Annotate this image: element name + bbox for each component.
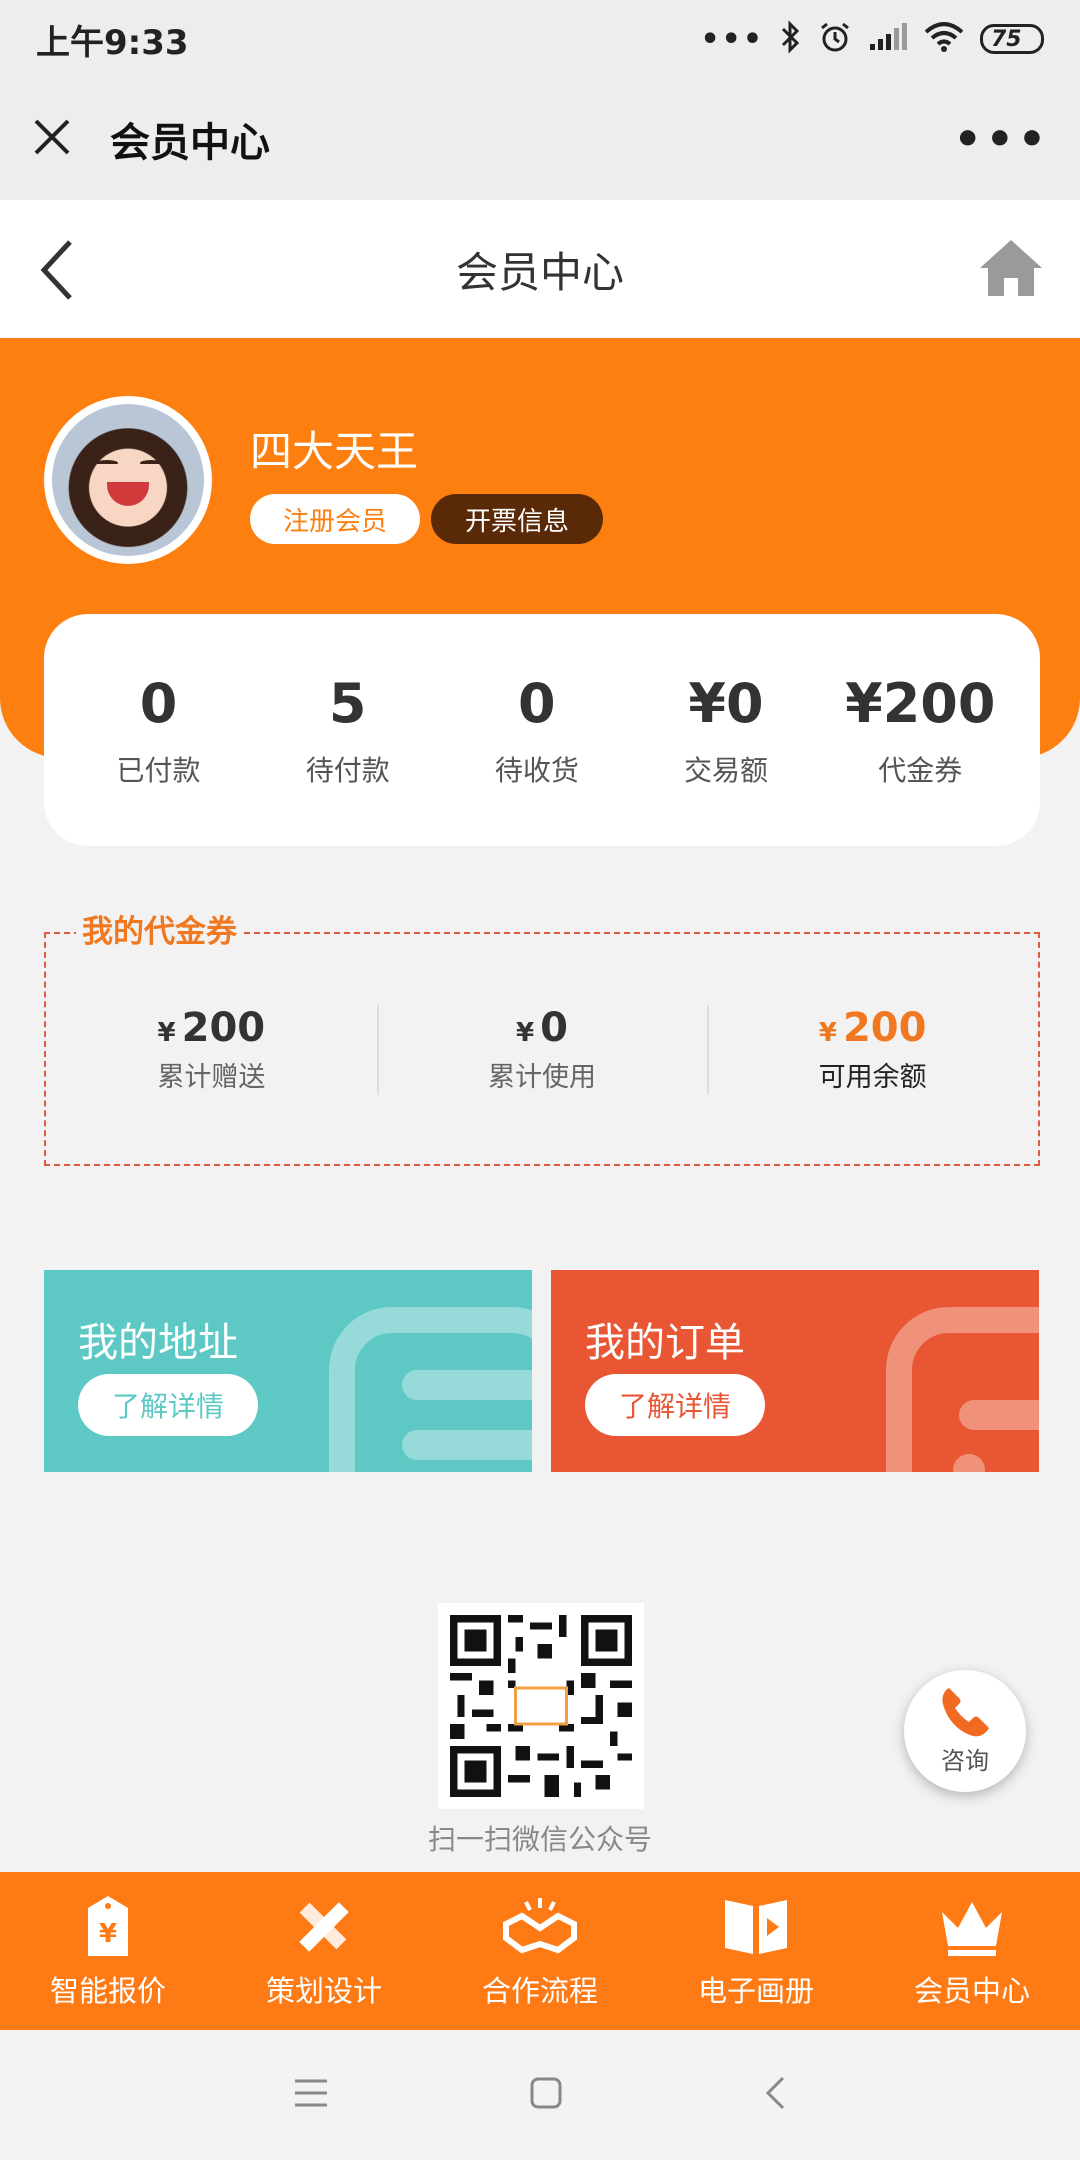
orders-details-button[interactable]: 了解详情 — [585, 1374, 765, 1436]
ruler-pencil-icon — [292, 1892, 356, 1960]
user-name: 四大天王 — [250, 427, 419, 476]
stat-value: 0 — [518, 671, 556, 735]
tab-label: 策划设计 — [265, 1974, 382, 2008]
stat-vouchers[interactable]: ¥200 代金券 — [845, 672, 995, 789]
qr-code-icon — [450, 1615, 632, 1797]
my-orders-card[interactable]: 我的订单 了解详情 — [551, 1270, 1039, 1472]
tab-planning-design[interactable]: 策划设计 — [216, 1872, 432, 2030]
yen-symbol: ¥ — [818, 1017, 837, 1048]
signal-icon — [868, 22, 908, 56]
bottom-tab-bar: ¥ 智能报价 策划设计 合作流程 电子画册 会员中心 — [0, 1872, 1080, 2030]
orders-card-decoration — [886, 1307, 1039, 1472]
wechat-qr-code — [438, 1603, 644, 1809]
qr-caption: 扫一扫微信公众号 — [427, 1823, 652, 1856]
tab-cooperation-process[interactable]: 合作流程 — [432, 1872, 648, 2030]
yen-symbol: ¥ — [516, 1017, 535, 1048]
stat-pending-receipt[interactable]: 0 待收货 — [467, 672, 607, 789]
stat-paid[interactable]: 0 已付款 — [89, 672, 229, 789]
stat-label: 交易额 — [683, 753, 768, 787]
tab-label: 会员中心 — [913, 1974, 1030, 2008]
crown-icon — [936, 1892, 1008, 1960]
status-bar: 上午9:33 ••• 75 — [0, 0, 1080, 78]
tab-e-album[interactable]: 电子画册 — [648, 1872, 864, 2030]
alarm-icon — [818, 20, 852, 58]
page-navbar: 会员中心 — [0, 200, 1080, 338]
voucher-title: 我的代金券 — [76, 906, 243, 951]
phone-icon — [942, 1688, 989, 1737]
avatar-mouth — [107, 482, 149, 506]
voucher-amount: 200 — [842, 1004, 927, 1051]
stat-transactions[interactable]: ¥0 交易额 — [656, 672, 796, 789]
wechat-header: 会员中心 ••• — [0, 78, 1080, 200]
avatar[interactable] — [44, 396, 212, 564]
voucher-amount: 200 — [181, 1004, 266, 1051]
page: 上午9:33 ••• 75 会员中心 ••• 会员中心 四大天王 注册会员 开票… — [0, 0, 1080, 2160]
home-button-icon[interactable] — [529, 2076, 563, 2114]
voucher-available-balance: ¥200 可用余额 — [707, 1004, 1038, 1095]
consult-label: 咨询 — [941, 1747, 989, 1775]
stat-value: ¥0 — [688, 671, 764, 735]
stat-label: 待收货 — [494, 753, 579, 787]
card-title: 我的订单 — [585, 1320, 745, 1366]
card-title: 我的地址 — [78, 1320, 238, 1366]
more-menu-icon[interactable]: ••• — [954, 114, 1050, 165]
avatar-eye — [96, 460, 118, 466]
wifi-icon — [924, 22, 964, 56]
avatar-image — [52, 404, 204, 556]
menu-icon[interactable] — [293, 2078, 329, 2112]
voucher-label: 累计赠送 — [157, 1061, 266, 1093]
bluetooth-icon — [780, 20, 802, 58]
status-time: 上午9:33 — [36, 22, 189, 63]
system-navigation-bar — [0, 2030, 1080, 2160]
voucher-label: 累计使用 — [488, 1061, 596, 1093]
wechat-title: 会员中心 — [110, 120, 270, 166]
status-icons: ••• 75 — [700, 20, 1044, 58]
my-address-card[interactable]: 我的地址 了解详情 — [44, 1270, 532, 1472]
home-icon[interactable] — [978, 236, 1044, 304]
handshake-icon — [502, 1892, 578, 1960]
stat-label: 已付款 — [116, 753, 201, 787]
battery-indicator: 75 — [980, 24, 1044, 54]
tab-label: 合作流程 — [481, 1974, 598, 2008]
stat-value: 0 — [139, 671, 178, 735]
avatar-eye — [140, 460, 162, 466]
tab-member-center[interactable]: 会员中心 — [864, 1872, 1080, 2030]
stat-label: 代金券 — [878, 753, 963, 787]
voucher-amount: 0 — [540, 1004, 568, 1051]
voucher-total-given: ¥200 累计赠送 — [46, 1005, 377, 1094]
page-title: 会员中心 — [455, 247, 624, 297]
price-tag-icon: ¥ — [78, 1892, 138, 1960]
stat-value: 5 — [328, 671, 367, 735]
invoice-info-button[interactable]: 开票信息 — [431, 494, 603, 544]
member-tag[interactable]: 注册会员 — [250, 494, 420, 544]
more-dots-icon: ••• — [700, 21, 764, 57]
voucher-label: 可用余额 — [818, 1061, 927, 1093]
consult-button[interactable]: 咨询 — [904, 1670, 1026, 1792]
yen-symbol: ¥ — [157, 1017, 176, 1048]
address-card-decoration — [329, 1307, 532, 1472]
stat-value: ¥200 — [845, 671, 996, 735]
tab-label: 电子画册 — [697, 1974, 814, 2008]
svg-text:¥: ¥ — [99, 1919, 117, 1949]
stat-label: 待付款 — [305, 753, 390, 787]
system-back-icon[interactable] — [763, 2075, 787, 2115]
order-stats-card: 0 已付款 5 待付款 0 待收货 ¥0 交易额 ¥200 代金券 — [44, 614, 1040, 846]
tab-smart-quote[interactable]: ¥ 智能报价 — [0, 1872, 216, 2030]
tab-label: 智能报价 — [49, 1974, 166, 2008]
address-details-button[interactable]: 了解详情 — [78, 1374, 258, 1436]
close-icon[interactable] — [30, 115, 74, 163]
back-icon[interactable] — [36, 238, 80, 306]
book-play-icon — [721, 1892, 791, 1960]
stat-pending-payment[interactable]: 5 待付款 — [278, 672, 418, 789]
voucher-total-used: ¥0 累计使用 — [376, 1004, 708, 1095]
voucher-summary: 我的代金券 ¥200 累计赠送 ¥0 累计使用 ¥200 可用余额 — [44, 906, 1040, 1166]
